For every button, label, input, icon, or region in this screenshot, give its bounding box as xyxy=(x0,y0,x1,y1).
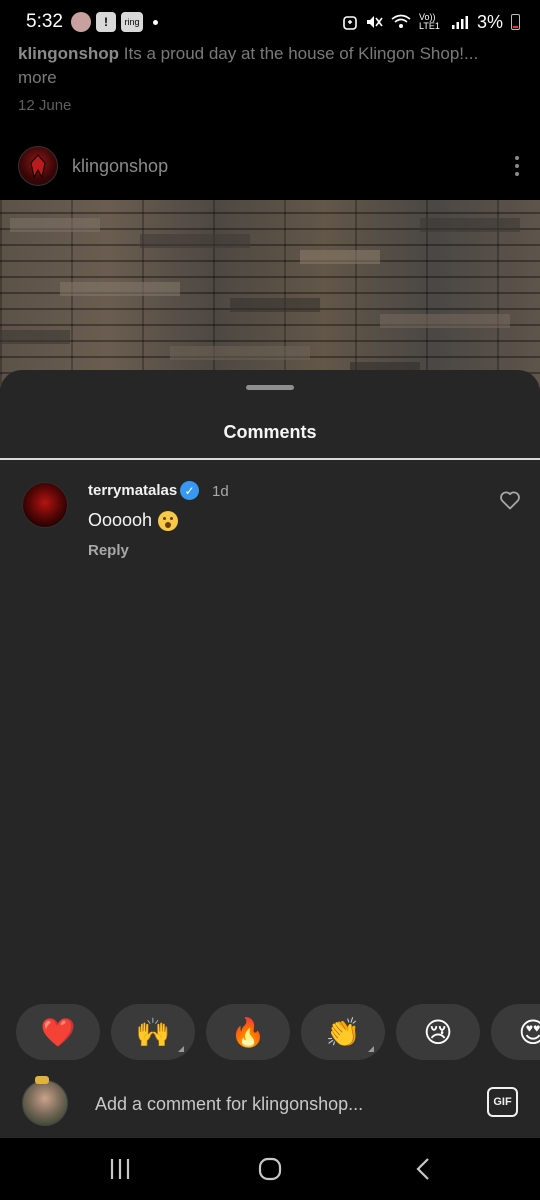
brain-app-icon xyxy=(70,12,91,32)
reaction-heart-button[interactable]: ❤️ xyxy=(16,1004,100,1060)
divider xyxy=(0,458,540,460)
surprised-emoji-icon xyxy=(158,510,179,531)
crown-icon xyxy=(35,1076,49,1084)
status-bar: 5:32 ! ring Vo)) LTE1 3% xyxy=(0,0,540,44)
verified-badge-icon: ✓ xyxy=(180,481,199,500)
comment-text: Oooooh xyxy=(88,510,153,530)
quick-reactions-bar: ❤️ 🙌 🔥 👏 😢 😍 xyxy=(16,1004,540,1062)
alert-notification-icon: ! xyxy=(95,12,116,32)
comment-composer: Add a comment for klingonshop... GIF xyxy=(0,1070,540,1138)
post-caption: klingonshop Its a proud day at the house… xyxy=(18,42,518,90)
post-date: 12 June xyxy=(18,97,72,114)
reaction-clap-button[interactable]: 👏 xyxy=(301,1004,385,1060)
raised-hands-emoji-icon: 🙌 xyxy=(135,1016,171,1048)
reply-button[interactable]: Reply xyxy=(88,542,129,559)
signal-icon xyxy=(451,16,468,29)
comment-time: 1d xyxy=(212,483,229,500)
ring-app-icon: ring xyxy=(120,12,143,32)
klingon-emblem-icon xyxy=(30,154,46,179)
home-icon[interactable] xyxy=(255,1156,285,1182)
crying-emoji-icon: 😢 xyxy=(423,1016,453,1048)
status-time: 5:32 xyxy=(26,11,63,32)
back-icon[interactable] xyxy=(408,1156,438,1182)
sheet-drag-handle[interactable] xyxy=(246,385,294,390)
commenter-avatar[interactable] xyxy=(22,482,68,528)
heart-emoji-icon: ❤️ xyxy=(40,1016,76,1048)
author-avatar[interactable] xyxy=(18,146,58,186)
network-label: Vo)) LTE1 xyxy=(418,12,440,31)
system-nav-bar xyxy=(0,1138,540,1200)
caption-more-link[interactable]: more xyxy=(18,68,57,87)
more-notifications-dot-icon xyxy=(152,19,158,25)
post-header: klingonshop xyxy=(18,145,522,187)
reaction-heart-eyes-button[interactable]: 😍 xyxy=(491,1004,540,1060)
gif-button[interactable]: GIF xyxy=(487,1087,518,1117)
post-image xyxy=(0,200,540,390)
caption-username[interactable]: klingonshop xyxy=(18,44,119,63)
battery-percent: 3% xyxy=(476,11,503,32)
heart-outline-icon[interactable] xyxy=(498,488,522,512)
reaction-crying-button[interactable]: 😢 xyxy=(396,1004,480,1060)
reaction-raised-hands-button[interactable]: 🙌 xyxy=(111,1004,195,1060)
comment-text-row: Oooooh xyxy=(88,510,179,531)
mute-icon xyxy=(366,16,383,28)
skin-tone-indicator-icon xyxy=(178,1046,184,1052)
caption-text: Its a proud day at the house of Klingon … xyxy=(119,44,479,63)
author-username[interactable]: klingonshop xyxy=(72,156,168,177)
heart-eyes-emoji-icon: 😍 xyxy=(518,1016,540,1048)
fire-emoji-icon: 🔥 xyxy=(230,1016,266,1048)
status-right: Vo)) LTE1 3% xyxy=(343,12,520,33)
comment-item: terrymatalas ✓ 1d Oooooh Reply xyxy=(22,480,522,560)
wifi-icon xyxy=(391,14,411,28)
clap-emoji-icon: 👏 xyxy=(325,1016,361,1048)
current-user-avatar xyxy=(22,1080,68,1126)
battery-icon xyxy=(511,14,520,30)
comment-input[interactable]: Add a comment for klingonshop... xyxy=(95,1094,363,1115)
comments-sheet: Comments terrymatalas ✓ 1d Oooooh Reply … xyxy=(0,370,540,1138)
skin-tone-indicator-icon xyxy=(368,1046,374,1052)
kebab-menu-icon[interactable] xyxy=(512,156,522,176)
sheet-title: Comments xyxy=(223,422,317,442)
reaction-fire-button[interactable]: 🔥 xyxy=(206,1004,290,1060)
alarm-icon xyxy=(343,16,357,30)
recents-icon[interactable] xyxy=(105,1156,135,1182)
commenter-username[interactable]: terrymatalas xyxy=(88,482,177,499)
